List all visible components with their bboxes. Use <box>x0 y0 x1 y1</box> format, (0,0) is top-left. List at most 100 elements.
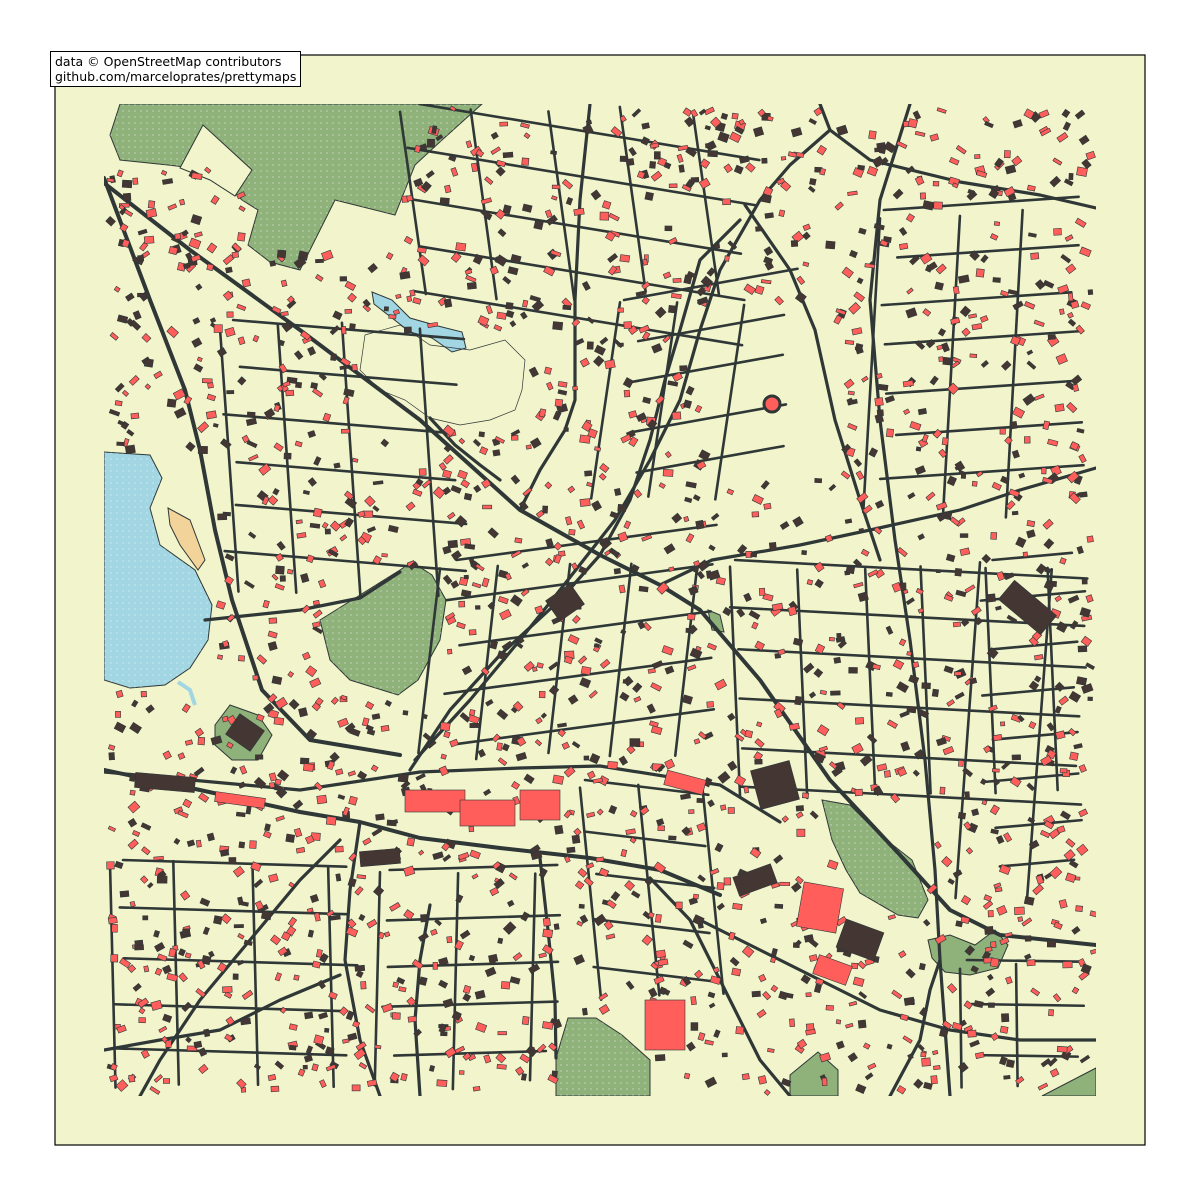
building <box>758 587 766 596</box>
building <box>960 472 967 479</box>
building <box>617 307 624 313</box>
building <box>235 811 246 818</box>
building <box>1003 1074 1011 1080</box>
building <box>406 837 416 847</box>
building <box>455 242 467 252</box>
building <box>731 967 742 977</box>
building <box>232 973 239 980</box>
building <box>138 1017 146 1024</box>
building <box>707 150 718 158</box>
building <box>649 160 657 169</box>
building <box>237 232 246 242</box>
building <box>542 505 549 514</box>
building <box>195 839 202 848</box>
building <box>722 198 731 206</box>
building <box>761 157 768 164</box>
building <box>324 528 331 535</box>
building <box>268 617 278 624</box>
building <box>779 881 791 886</box>
building <box>953 671 962 676</box>
building <box>143 965 150 973</box>
building <box>792 942 800 948</box>
building <box>145 208 158 219</box>
building <box>991 768 1000 773</box>
building <box>761 193 772 204</box>
building <box>1026 959 1036 967</box>
building <box>207 382 214 389</box>
building <box>668 183 678 189</box>
building <box>789 1018 796 1028</box>
building <box>768 542 777 551</box>
building <box>958 759 964 767</box>
building <box>533 219 544 231</box>
building <box>356 874 367 880</box>
building <box>727 807 735 814</box>
building <box>554 398 564 408</box>
building <box>713 243 720 249</box>
building <box>334 845 344 853</box>
building <box>922 200 935 211</box>
building <box>238 841 246 849</box>
building <box>825 240 836 250</box>
building <box>876 409 884 417</box>
building <box>312 599 320 606</box>
building <box>237 655 246 662</box>
building <box>302 1064 308 1070</box>
building <box>285 389 295 397</box>
building <box>418 468 427 476</box>
building <box>497 937 504 944</box>
building <box>696 798 704 804</box>
building <box>335 873 342 882</box>
building <box>851 962 859 970</box>
building <box>578 903 585 909</box>
building <box>436 1079 448 1087</box>
building <box>655 949 667 959</box>
building <box>675 901 683 909</box>
building <box>246 411 256 418</box>
building <box>304 1011 314 1020</box>
building <box>492 449 501 457</box>
building <box>999 1025 1009 1034</box>
building <box>217 513 228 521</box>
building <box>795 805 805 812</box>
building <box>932 181 940 187</box>
building <box>678 164 685 173</box>
building <box>541 1021 554 1030</box>
building <box>351 1084 361 1092</box>
building <box>638 585 649 593</box>
building <box>478 431 485 438</box>
building <box>496 311 507 320</box>
building <box>273 716 285 726</box>
building <box>1000 721 1006 727</box>
building <box>142 915 149 921</box>
building <box>683 1072 691 1080</box>
building <box>617 342 624 347</box>
building <box>233 924 244 929</box>
building <box>690 177 700 183</box>
building <box>241 278 251 288</box>
building <box>971 480 978 487</box>
building <box>1081 578 1088 585</box>
building <box>1048 1009 1054 1017</box>
building <box>794 695 802 706</box>
building <box>664 225 673 232</box>
building <box>764 212 774 219</box>
building <box>325 815 337 826</box>
building <box>521 157 530 166</box>
building <box>1041 467 1047 475</box>
building <box>941 437 949 446</box>
building <box>279 575 286 582</box>
building <box>420 914 428 923</box>
building <box>129 772 136 782</box>
building <box>402 710 409 716</box>
building <box>302 763 314 772</box>
building <box>755 226 762 232</box>
building <box>695 519 705 530</box>
building <box>668 566 675 572</box>
building <box>115 711 121 718</box>
building <box>399 271 411 280</box>
building <box>463 574 469 580</box>
building <box>446 648 453 655</box>
building <box>971 808 980 817</box>
building <box>988 1002 995 1008</box>
